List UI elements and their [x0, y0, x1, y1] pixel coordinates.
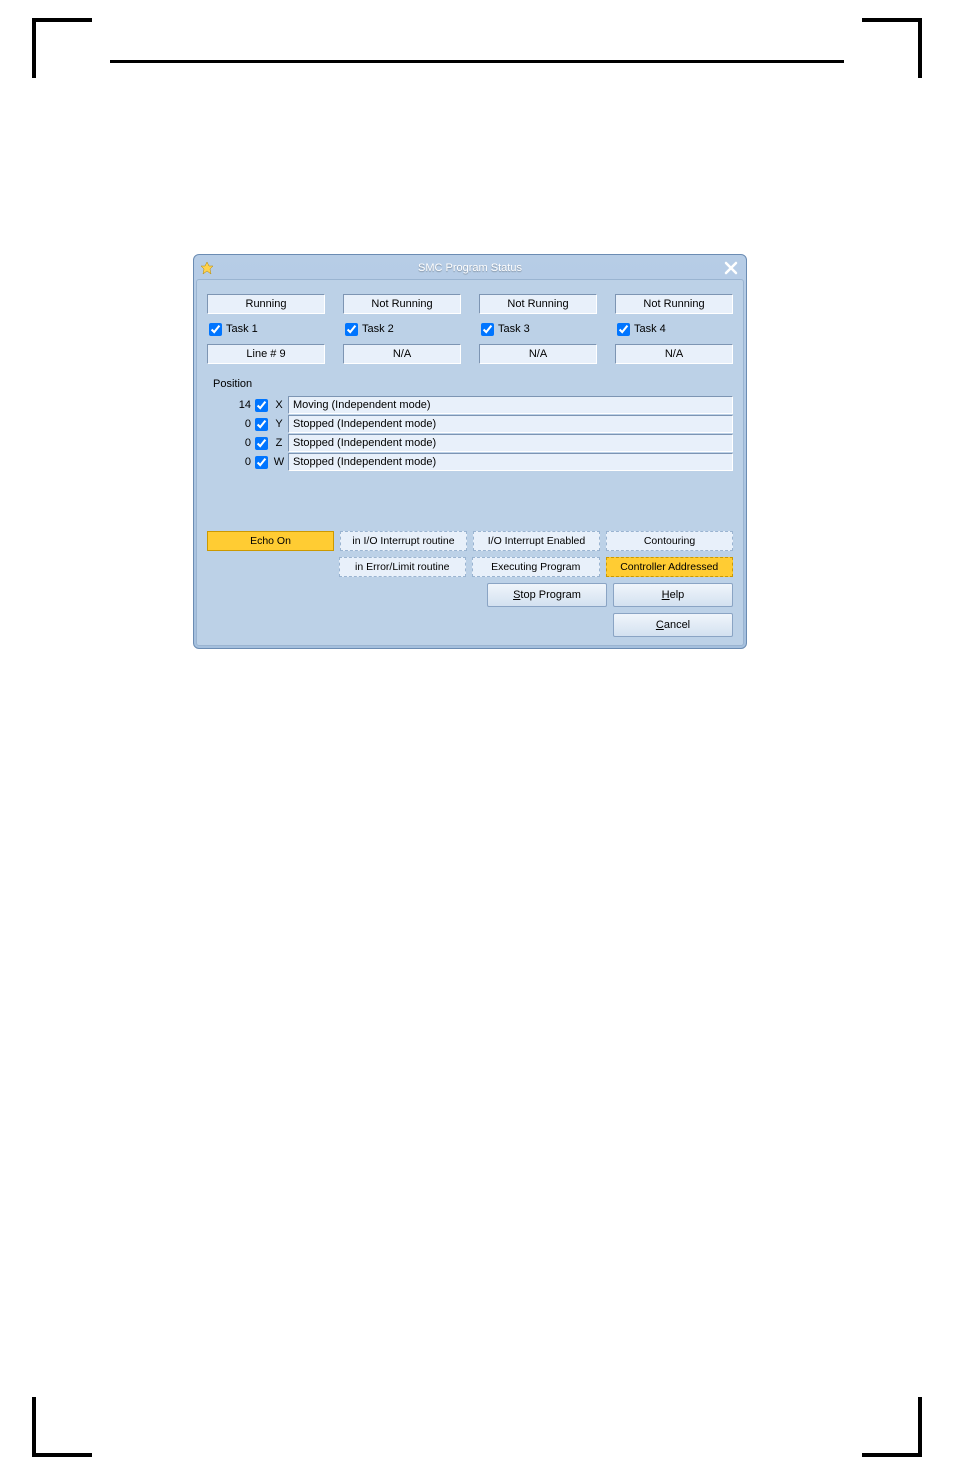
task-3: Not Running Task 3 N/A — [479, 294, 597, 364]
executing-flag: Executing Program — [472, 557, 600, 577]
flag-row-2: in Error/Limit routine Executing Program… — [207, 557, 733, 577]
task-line: Line # 9 — [207, 344, 325, 364]
task-2: Not Running Task 2 N/A — [343, 294, 461, 364]
help-button[interactable]: Help — [613, 583, 733, 607]
program-status-window: SMC Program Status Running Task 1 Line #… — [193, 254, 747, 649]
task-line: N/A — [615, 344, 733, 364]
axis-z-checkbox[interactable] — [255, 437, 268, 450]
echo-flag: Echo On — [207, 531, 334, 551]
axis-letter: W — [272, 456, 286, 468]
window-title: SMC Program Status — [218, 262, 722, 274]
axis-position: 0 — [207, 456, 251, 468]
task-status: Not Running — [479, 294, 597, 314]
task-2-checkbox[interactable] — [345, 323, 358, 336]
task-status: Not Running — [343, 294, 461, 314]
task-label: Task 3 — [498, 323, 530, 335]
io-routine-flag: in I/O Interrupt routine — [340, 531, 467, 551]
task-status: Running — [207, 294, 325, 314]
task-line: N/A — [479, 344, 597, 364]
axis-position: 0 — [207, 418, 251, 430]
contouring-flag: Contouring — [606, 531, 733, 551]
axis-w-checkbox[interactable] — [255, 456, 268, 469]
io-enabled-flag: I/O Interrupt Enabled — [473, 531, 600, 551]
task-status: Not Running — [615, 294, 733, 314]
cancel-button[interactable]: Cancel — [613, 613, 733, 637]
axis-letter: Z — [272, 437, 286, 449]
axis-letter: Y — [272, 418, 286, 430]
axis-status: Stopped (Independent mode) — [288, 415, 733, 433]
task-1: Running Task 1 Line # 9 — [207, 294, 325, 364]
controller-addressed-flag: Controller Addressed — [606, 557, 734, 577]
axis-status: Stopped (Independent mode) — [288, 453, 733, 471]
task-columns: Running Task 1 Line # 9 Not Running Task… — [207, 294, 733, 364]
task-label: Task 2 — [362, 323, 394, 335]
task-1-checkbox[interactable] — [209, 323, 222, 336]
axis-z-row: 0 Z Stopped (Independent mode) — [207, 434, 733, 452]
task-4-checkbox[interactable] — [617, 323, 630, 336]
axis-y-checkbox[interactable] — [255, 418, 268, 431]
task-4: Not Running Task 4 N/A — [615, 294, 733, 364]
axis-x-checkbox[interactable] — [255, 399, 268, 412]
axis-position: 14 — [207, 399, 251, 411]
task-line: N/A — [343, 344, 461, 364]
task-label: Task 1 — [226, 323, 258, 335]
flag-row-1: Echo On in I/O Interrupt routine I/O Int… — [207, 531, 733, 551]
axis-y-row: 0 Y Stopped (Independent mode) — [207, 415, 733, 433]
axis-letter: X — [272, 399, 286, 411]
app-icon — [200, 261, 214, 275]
axis-x-row: 14 X Moving (Independent mode) — [207, 396, 733, 414]
client-area: Running Task 1 Line # 9 Not Running Task… — [196, 279, 744, 646]
axis-status: Moving (Independent mode) — [288, 396, 733, 414]
close-button[interactable] — [722, 259, 740, 277]
error-routine-flag: in Error/Limit routine — [339, 557, 467, 577]
titlebar[interactable]: SMC Program Status — [196, 257, 744, 279]
position-label: Position — [213, 378, 733, 390]
axis-grid: 14 X Moving (Independent mode) 0 Y Stopp… — [207, 396, 733, 471]
task-label: Task 4 — [634, 323, 666, 335]
stop-program-button[interactable]: Stop Program — [487, 583, 607, 607]
axis-position: 0 — [207, 437, 251, 449]
axis-status: Stopped (Independent mode) — [288, 434, 733, 452]
axis-w-row: 0 W Stopped (Independent mode) — [207, 453, 733, 471]
task-3-checkbox[interactable] — [481, 323, 494, 336]
